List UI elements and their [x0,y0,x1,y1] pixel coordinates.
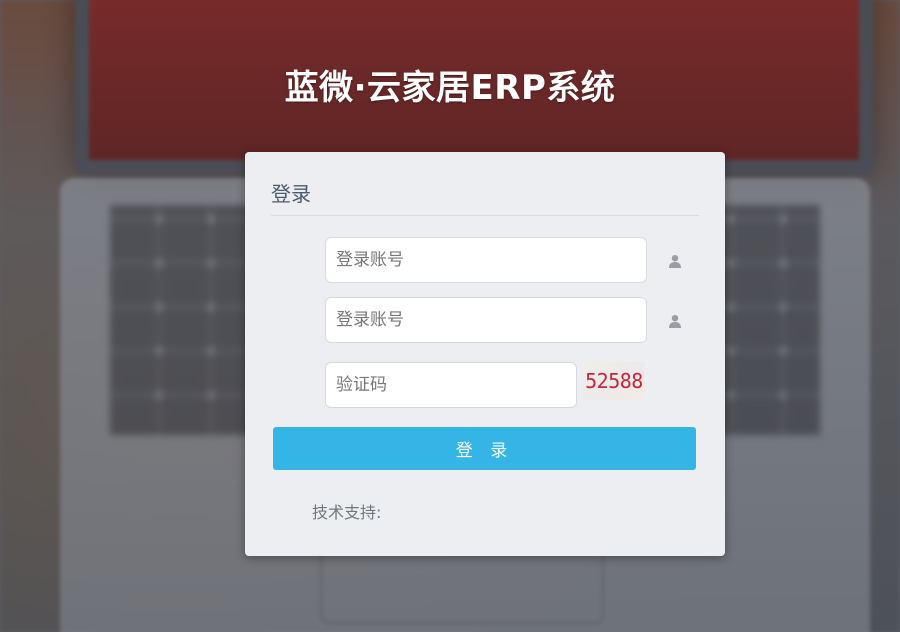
username-input[interactable] [325,237,647,283]
captcha-input[interactable] [325,362,577,408]
tech-support-label: 技术支持: [312,503,382,522]
captcha-image[interactable]: 52588 [583,362,645,400]
password-input[interactable] [325,297,647,343]
login-button[interactable]: 登 录 [273,427,696,470]
panel-divider [271,215,699,216]
user-icon [669,315,681,328]
login-panel: 登录 52588 登 录 技术支持: [245,152,725,556]
app-title: 蓝微·云家居ERP系统 [284,68,616,108]
user-icon [669,255,681,268]
panel-title: 登录 [271,182,311,206]
